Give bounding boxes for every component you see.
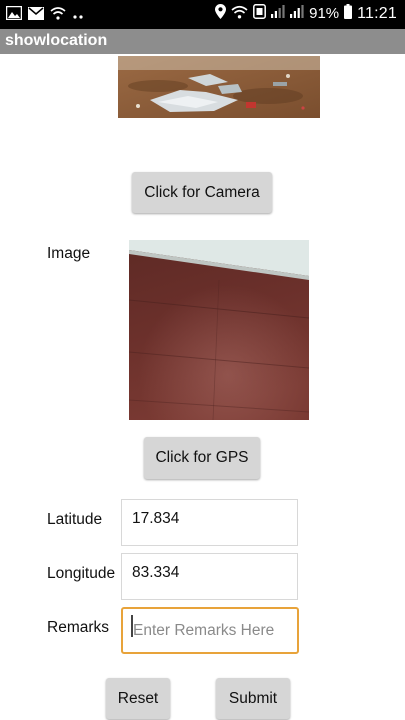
remarks-label: Remarks [47,619,110,636]
reset-button[interactable]: Reset [106,678,170,719]
location-icon [215,4,227,23]
longitude-label: Longitude [47,565,116,582]
remarks-input[interactable] [121,607,299,654]
status-bar: 91% 11:21 [0,0,405,29]
image-label: Image [47,245,91,262]
more-dots-icon [72,7,84,25]
battery-icon [344,4,353,23]
latitude-field[interactable]: 17.834 [121,499,298,546]
data-saver-icon [253,4,267,23]
gallery-icon [5,5,23,25]
status-bar-notifications [5,5,84,25]
image-preview [129,240,309,420]
signal-icon [290,5,304,22]
mail-icon [28,6,44,25]
longitude-field[interactable]: 83.334 [121,553,298,600]
captured-photo-thumbnail [118,56,320,118]
battery-percent: 91% [309,5,340,22]
app-title: showlocation [5,32,108,49]
latitude-label: Latitude [47,511,103,528]
app-bar: showlocation [0,29,405,54]
wifi-icon [231,5,248,23]
submit-button[interactable]: Submit [216,678,290,719]
status-bar-system: 91% 11:21 [215,4,397,23]
signal-icon [271,5,285,22]
camera-button[interactable]: Click for Camera [132,172,272,213]
clock: 11:21 [357,4,397,22]
gps-button[interactable]: Click for GPS [144,437,260,479]
wifi-icon [50,6,66,25]
text-cursor [131,615,133,637]
